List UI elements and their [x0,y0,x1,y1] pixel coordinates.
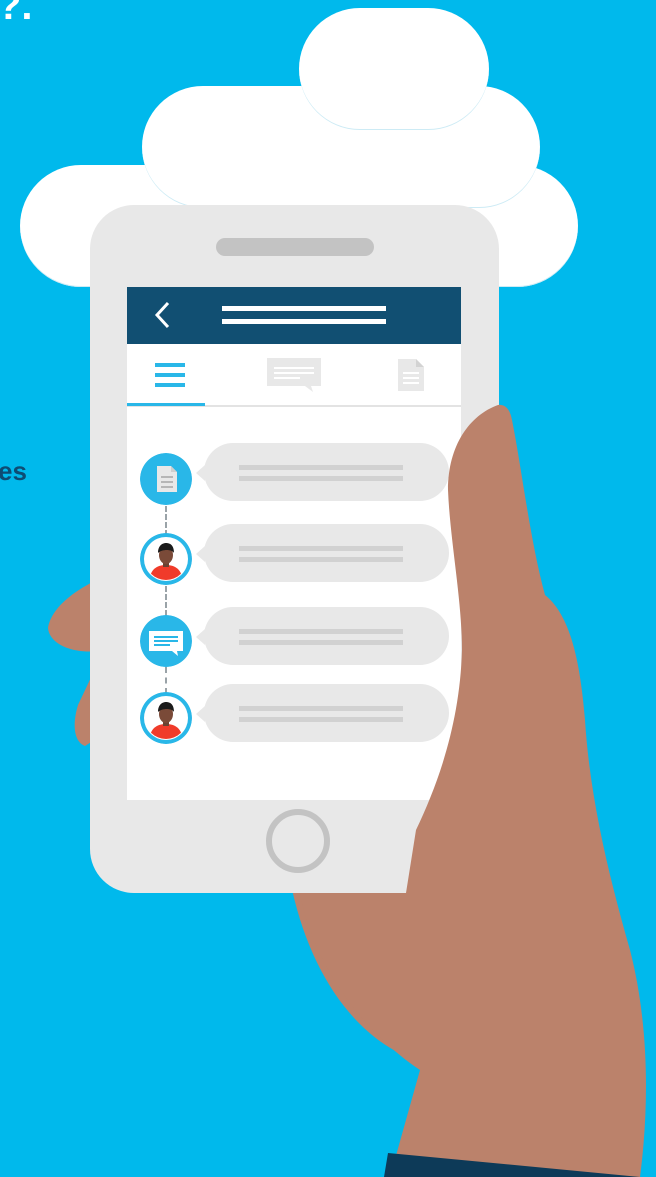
hand-front-illustration [300,404,646,1177]
